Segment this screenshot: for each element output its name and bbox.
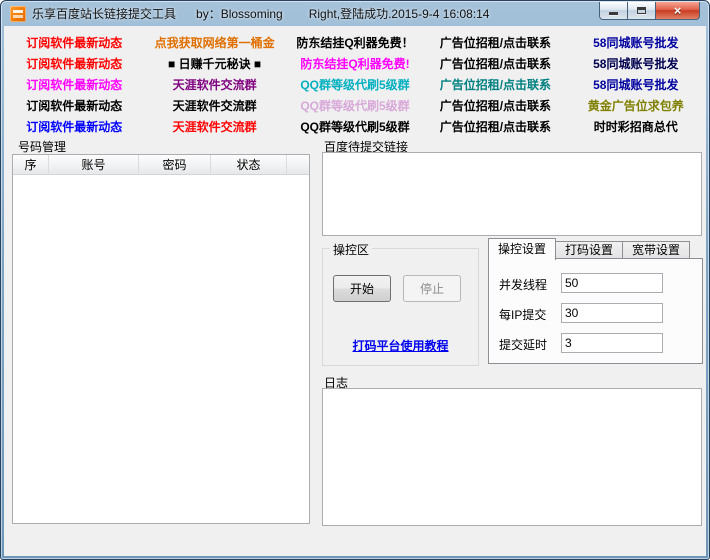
field-row: 每IP提交 — [489, 303, 702, 323]
ad-link[interactable]: 天涯软件交流群 — [173, 97, 257, 114]
ad-link[interactable]: 天涯软件交流群 — [173, 76, 257, 93]
per-ip-label: 每IP提交 — [499, 306, 546, 323]
ad-link[interactable]: 时时彩招商总代 — [594, 118, 678, 135]
ad-link[interactable]: 订阅软件最新动态 — [26, 118, 122, 135]
maximize-button[interactable] — [627, 2, 656, 20]
ad-link[interactable]: 订阅软件最新动态 — [26, 97, 122, 114]
ad-link[interactable]: 广告位招租/点击联系 — [440, 97, 551, 114]
ad-link[interactable]: 广告位招租/点击联系 — [440, 76, 551, 93]
minimize-button[interactable] — [599, 2, 628, 20]
threads-label: 并发线程 — [499, 276, 547, 293]
window-author: by：Blossoming — [196, 5, 283, 22]
ad-link[interactable]: 广告位招租/点击联系 — [440, 118, 551, 135]
delay-label: 提交延时 — [499, 336, 547, 353]
ad-link[interactable]: 58同城账号批发 — [593, 55, 678, 72]
control-group-label: 操控区 — [330, 241, 372, 258]
ad-link[interactable]: 订阅软件最新动态 — [26, 34, 122, 51]
field-row: 提交延时 — [489, 333, 702, 353]
table-header: 序 账号 密码 状态 — [13, 155, 309, 175]
ad-link[interactable]: 点我获取网络第一桶金 — [155, 34, 275, 51]
ad-link[interactable]: 订阅软件最新动态 — [26, 76, 122, 93]
ad-link[interactable]: 订阅软件最新动态 — [26, 55, 122, 72]
field-row: 并发线程 — [489, 273, 702, 293]
delay-input[interactable] — [561, 333, 663, 353]
window-title: 乐享百度站长链接提交工具 — [32, 5, 176, 22]
threads-input[interactable] — [561, 273, 663, 293]
ad-link[interactable]: 防东结挂Q利器免费! — [300, 55, 409, 72]
ad-link[interactable]: 广告位招租/点击联系 — [440, 34, 551, 51]
tab-broadband-settings[interactable]: 宽带设置 — [623, 241, 690, 259]
login-status: Right,登陆成功.2015-9-4 16:08:14 — [309, 5, 490, 22]
ad-link[interactable]: 天涯软件交流群 — [173, 118, 257, 135]
ad-link[interactable]: 黄金广告位求包养 — [588, 97, 684, 114]
column-header-password[interactable]: 密码 — [139, 155, 211, 174]
caption-buttons: × — [600, 2, 700, 20]
captcha-tutorial-link[interactable]: 打码平台使用教程 — [323, 337, 478, 354]
tab-control-settings[interactable]: 操控设置 — [488, 238, 556, 260]
client-area: 订阅软件最新动态 点我获取网络第一桶金 防东结挂Q利器免费！ 广告位招租/点击联… — [4, 26, 706, 556]
close-button[interactable]: × — [655, 2, 700, 20]
number-manager-table: 序 账号 密码 状态 — [12, 154, 310, 524]
ad-link[interactable]: 防东结挂Q利器免费！ — [296, 34, 413, 51]
stop-button[interactable]: 停止 — [403, 275, 461, 302]
table-body[interactable] — [13, 175, 309, 523]
ad-link[interactable]: QQ群等级代刷5级群 — [300, 118, 409, 135]
app-window: 乐享百度站长链接提交工具 by：Blossoming Right,登陆成功.20… — [0, 0, 710, 560]
ad-link[interactable]: ■ 日赚千元秘诀 ■ — [168, 55, 261, 72]
column-header-status[interactable]: 状态 — [211, 155, 287, 174]
column-header-filler — [287, 155, 309, 174]
column-header-account[interactable]: 账号 — [49, 155, 139, 174]
ad-link[interactable]: QQ群等级代刷5级群 — [300, 76, 409, 93]
control-group: 操控区 开始 停止 打码平台使用教程 — [322, 248, 479, 366]
app-icon — [10, 6, 26, 22]
submit-links-textarea[interactable] — [322, 152, 702, 236]
tab-captcha-settings[interactable]: 打码设置 — [556, 241, 623, 259]
minimize-icon — [609, 12, 618, 15]
per-ip-input[interactable] — [561, 303, 663, 323]
column-header-seq[interactable]: 序 — [13, 155, 49, 174]
ad-link[interactable]: QQ群等级代刷5级群 — [300, 97, 409, 114]
maximize-icon — [637, 7, 646, 14]
ad-link[interactable]: 广告位招租/点击联系 — [440, 55, 551, 72]
ad-link[interactable]: 58同城账号批发 — [593, 76, 678, 93]
log-textarea[interactable] — [322, 388, 702, 526]
settings-tabs: 操控设置 打码设置 宽带设置 — [488, 237, 690, 259]
close-icon: × — [674, 3, 682, 19]
number-manager-label: 号码管理 — [18, 138, 66, 155]
ad-links-grid: 订阅软件最新动态 点我获取网络第一桶金 防东结挂Q利器免费！ 广告位招租/点击联… — [4, 32, 706, 137]
settings-panel: 并发线程 每IP提交 提交延时 — [488, 258, 703, 364]
ad-link[interactable]: 58同城账号批发 — [593, 34, 678, 51]
start-button[interactable]: 开始 — [333, 275, 391, 302]
